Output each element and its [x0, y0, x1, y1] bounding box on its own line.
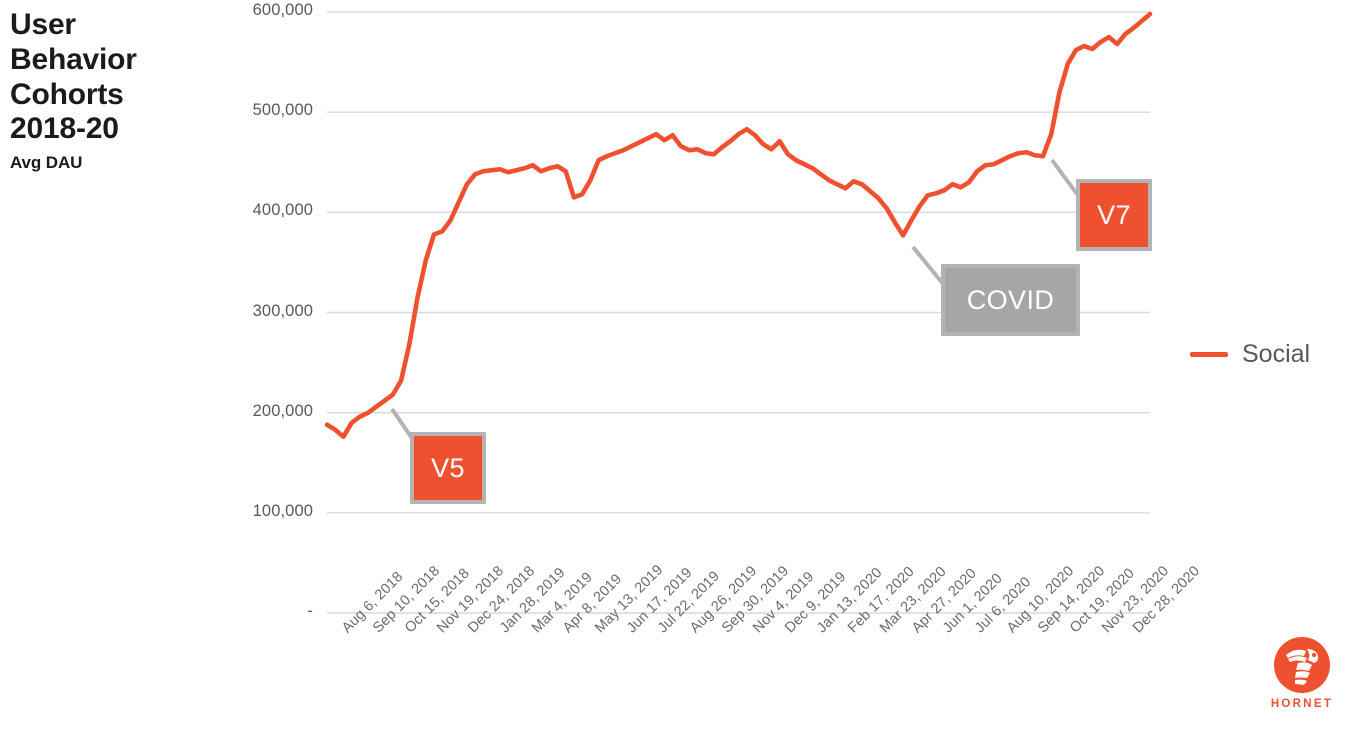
series-line-social — [324, 11, 1153, 440]
annotation-callout-covid: COVID — [941, 264, 1080, 336]
y-axis-tick-label: 600,000 — [252, 1, 313, 19]
legend-label-social: Social — [1242, 340, 1311, 368]
hornet-bee-glyph — [1286, 649, 1319, 685]
y-axis-tick-label: 100,000 — [252, 501, 313, 520]
y-axis-tick-label: 200,000 — [252, 401, 313, 420]
chart-legend: Social — [1190, 340, 1310, 369]
y-axis-tick-label: 400,000 — [252, 201, 313, 220]
chart-plot-area: - 100,000 200,000 300,000 400,000 500,000 600,… — [0, 0, 1350, 743]
chart-svg — [324, 11, 1153, 614]
hornet-bee-icon — [1274, 637, 1330, 693]
legend-swatch-social — [1190, 352, 1228, 357]
hornet-wordmark: HORNET — [1270, 698, 1334, 710]
chart-series-group — [324, 11, 1153, 440]
hornet-logo: HORNET — [1266, 637, 1338, 710]
y-axis-tick-label: 500,000 — [252, 101, 313, 120]
y-axis-tick-label: 300,000 — [252, 301, 313, 320]
y-axis-tick-label: - — [307, 602, 313, 620]
annotation-callout-v5: V5 — [410, 432, 486, 504]
annotation-callout-v7: V7 — [1076, 179, 1152, 251]
